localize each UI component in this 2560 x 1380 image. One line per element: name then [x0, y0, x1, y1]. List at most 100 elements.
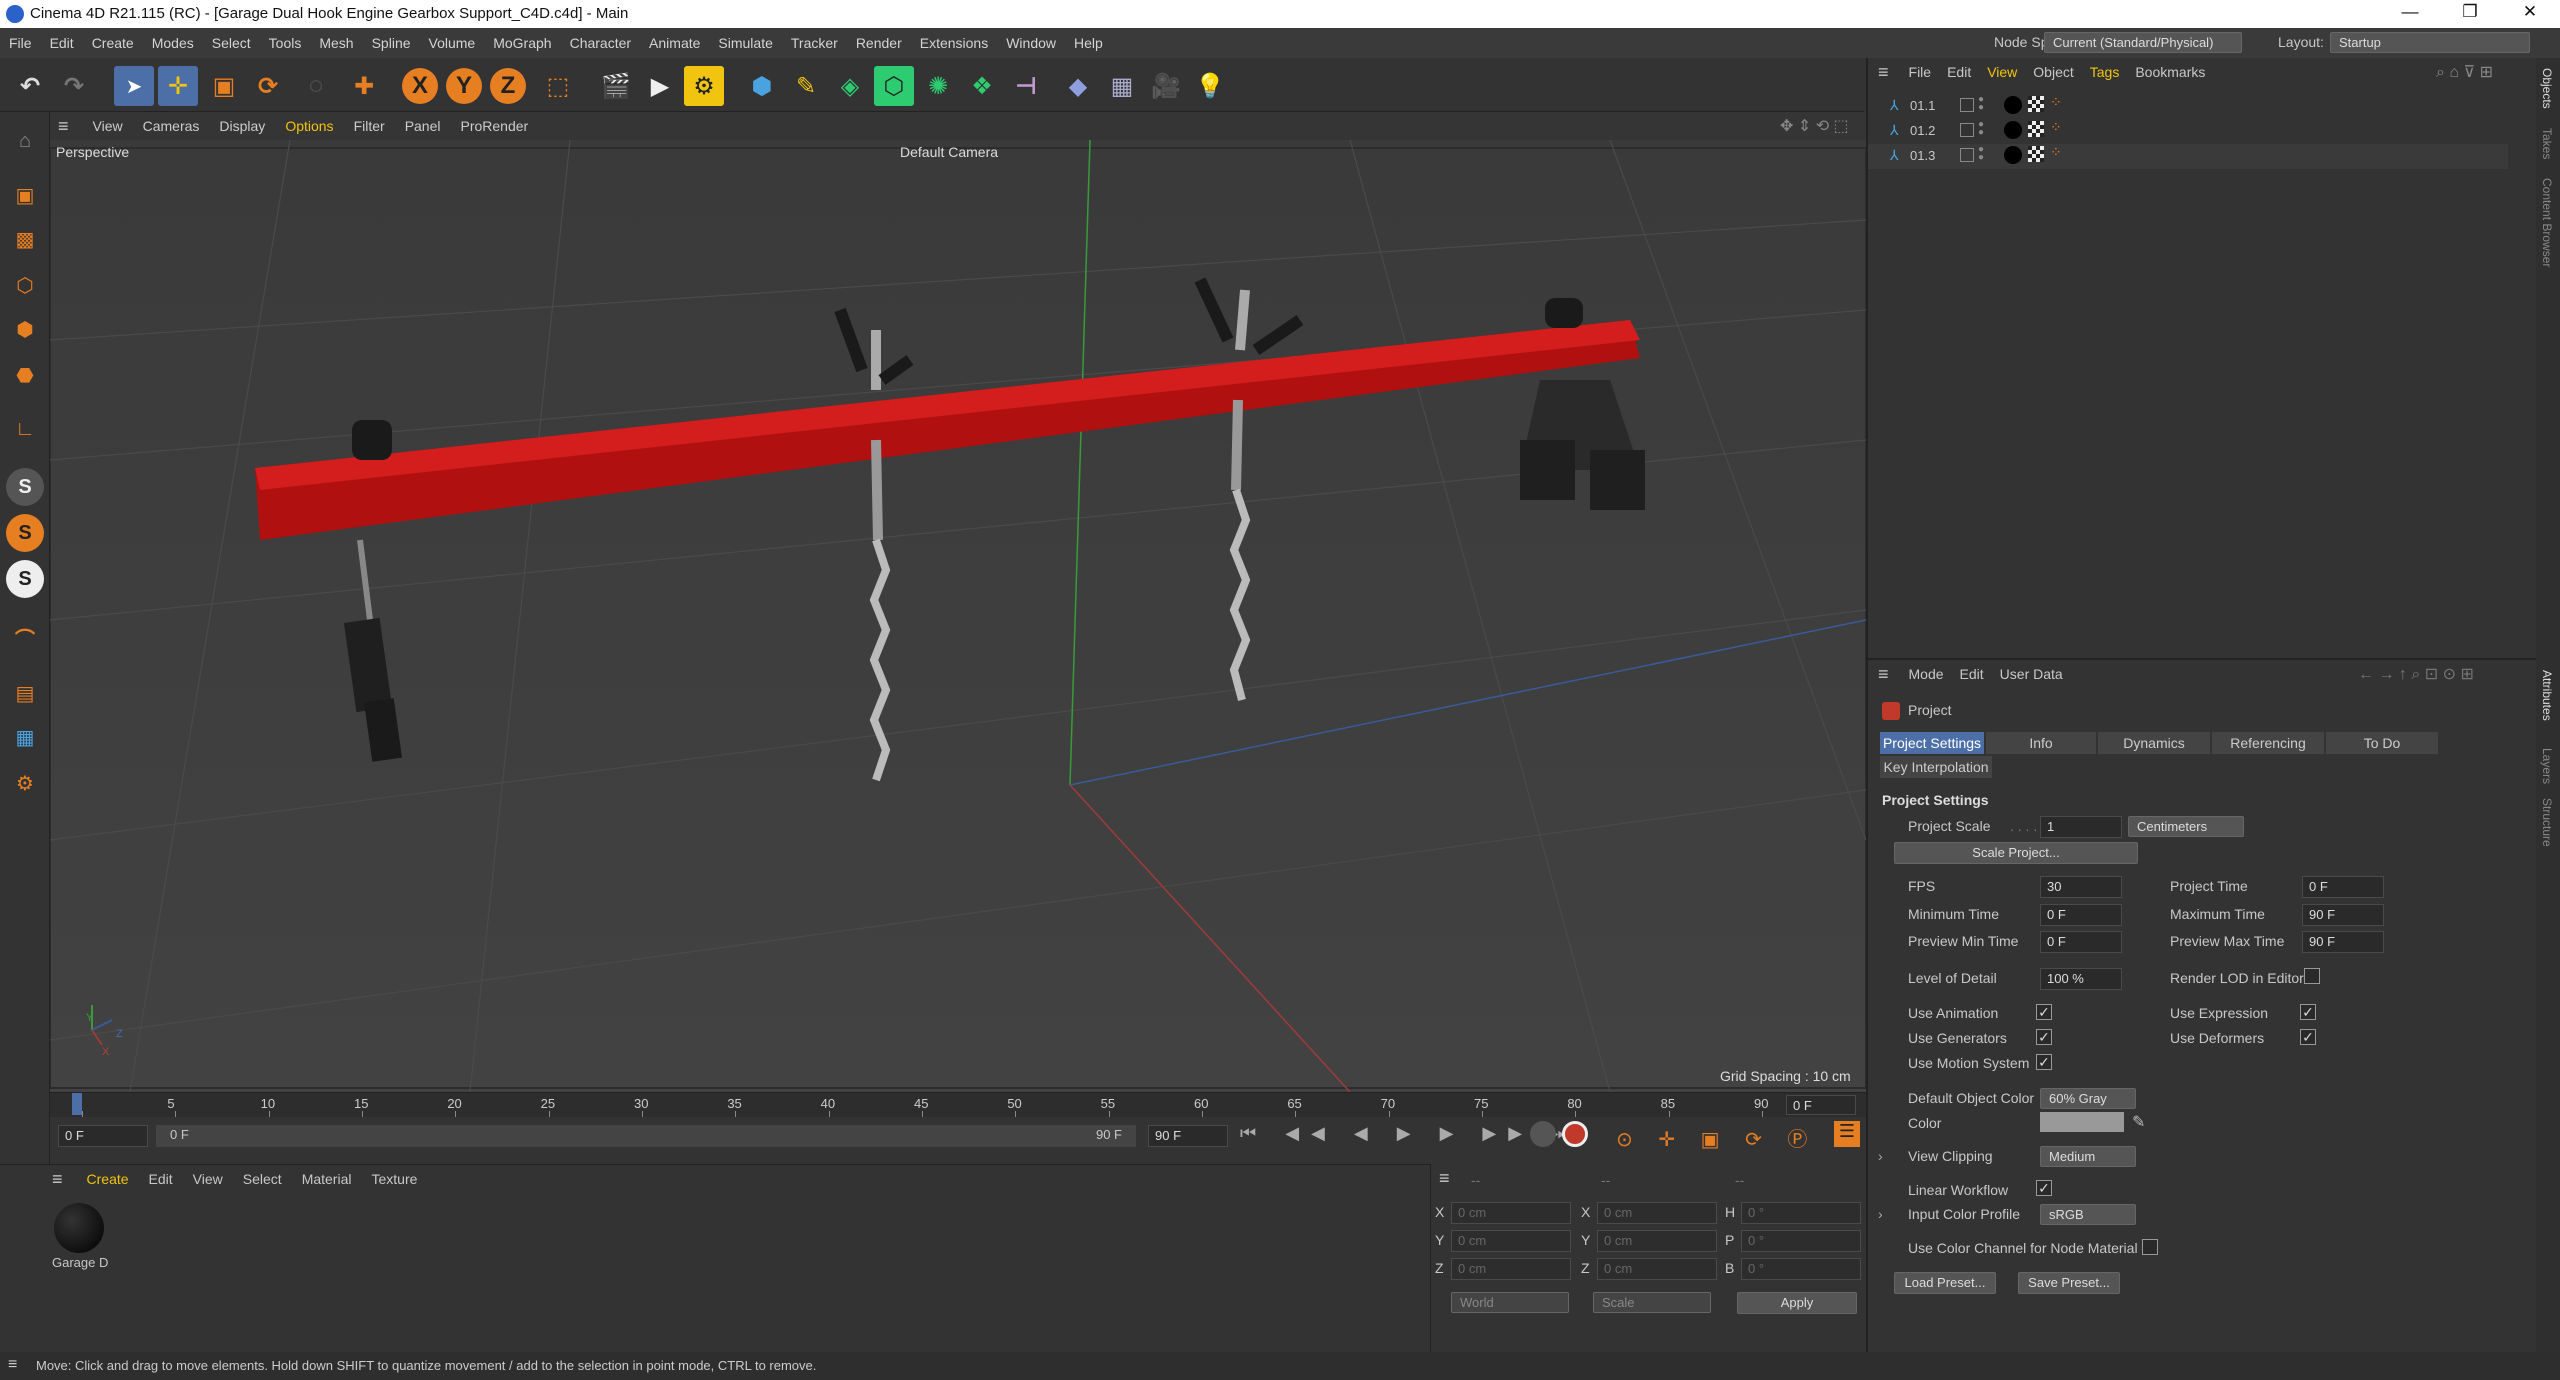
- model-mode-icon[interactable]: ▣: [6, 176, 44, 214]
- coords-hamburger-icon[interactable]: ≡: [1439, 1168, 1450, 1189]
- field-icon[interactable]: ◆: [1058, 66, 1098, 106]
- tab-structure[interactable]: Structure: [2540, 798, 2554, 847]
- mat-menu-texture[interactable]: Texture: [361, 1171, 427, 1187]
- menu-modes[interactable]: Modes: [143, 35, 203, 51]
- obj-menu-view[interactable]: View: [1979, 64, 2025, 80]
- use-deformers-checkbox[interactable]: ✓: [2300, 1029, 2316, 1045]
- attr-menu-mode[interactable]: Mode: [1901, 666, 1952, 682]
- coord-field[interactable]: 0 °: [1741, 1202, 1861, 1224]
- current-frame-field[interactable]: 0 F: [1786, 1095, 1856, 1115]
- menu-file[interactable]: File: [0, 35, 41, 51]
- menu-spline[interactable]: Spline: [363, 35, 420, 51]
- object-name[interactable]: 01.3: [1910, 148, 1935, 163]
- object-name[interactable]: 01.2: [1910, 123, 1935, 138]
- scale-project-button[interactable]: Scale Project...: [1894, 842, 2138, 864]
- tab-project-settings[interactable]: Project Settings: [1880, 732, 1984, 754]
- save-preset-button[interactable]: Save Preset...: [2018, 1272, 2120, 1294]
- viewport-menu-display[interactable]: Display: [209, 118, 275, 134]
- fps-field[interactable]: 30: [2040, 876, 2122, 898]
- menu-volume[interactable]: Volume: [420, 35, 485, 51]
- maximize-button[interactable]: ❐: [2440, 2, 2500, 22]
- tab-key-interpolation[interactable]: Key Interpolation: [1880, 756, 1992, 778]
- x-axis-lock-icon[interactable]: X: [402, 68, 438, 104]
- live-selection-icon[interactable]: ✚: [344, 66, 384, 106]
- object-row[interactable]: ⅄ 01.2 ● ● ⁘: [1868, 119, 2508, 144]
- menu-simulate[interactable]: Simulate: [709, 35, 781, 51]
- recent-tool-icon[interactable]: ◌: [296, 66, 336, 106]
- attr-nav-icons[interactable]: ← → ↑ ⌕ ⊡ ⊙ ⊞: [2358, 664, 2474, 684]
- material-hamburger-icon[interactable]: ≡: [0, 1169, 77, 1190]
- playback-controls[interactable]: ⏮ ◀◀ ◀ ▶ ▶ ▶▶ ⏭: [1240, 1123, 1579, 1144]
- minimize-button[interactable]: —: [2380, 2, 2440, 22]
- tab-dynamics[interactable]: Dynamics: [2098, 732, 2210, 754]
- menu-mesh[interactable]: Mesh: [310, 35, 362, 51]
- end-frame-field[interactable]: 90 F: [1148, 1125, 1228, 1147]
- visibility-toggle-icon[interactable]: [1960, 98, 1974, 112]
- max-time-field[interactable]: 90 F: [2302, 904, 2384, 926]
- linear-workflow-checkbox[interactable]: ✓: [2036, 1180, 2052, 1196]
- grid-icon[interactable]: ▤: [6, 674, 44, 712]
- extrude-icon[interactable]: ⬡: [874, 66, 914, 106]
- node-space-dropdown[interactable]: Current (Standard/Physical): [2044, 32, 2242, 53]
- viewport-nav-icons[interactable]: ✥ ⇕ ⟲ ⬚: [1770, 116, 1859, 136]
- light-icon[interactable]: 💡: [1190, 66, 1230, 106]
- use-generators-checkbox[interactable]: ✓: [2036, 1029, 2052, 1045]
- use-expression-checkbox[interactable]: ✓: [2300, 1004, 2316, 1020]
- eyedropper-icon[interactable]: ✎: [2132, 1112, 2145, 1132]
- obj-menu-edit[interactable]: Edit: [1939, 64, 1979, 80]
- cube-icon[interactable]: ⬢: [742, 66, 782, 106]
- menu-tracker[interactable]: Tracker: [782, 35, 847, 51]
- snap-icon[interactable]: S: [6, 468, 44, 506]
- coordinate-system-icon[interactable]: ⬚: [538, 66, 578, 106]
- editor-render-dots-icon[interactable]: ● ●: [1978, 95, 1984, 113]
- coord-field[interactable]: 0 cm: [1597, 1258, 1717, 1280]
- mograph-icon[interactable]: ❖: [962, 66, 1002, 106]
- load-preset-button[interactable]: Load Preset...: [1894, 1272, 1996, 1294]
- menu-animate[interactable]: Animate: [640, 35, 709, 51]
- min-time-field[interactable]: 0 F: [2040, 904, 2122, 926]
- magnet-icon[interactable]: ⌒: [6, 618, 44, 656]
- coord-field[interactable]: 0 cm: [1451, 1202, 1571, 1224]
- texture-tag-icon[interactable]: [2028, 96, 2044, 112]
- obj-menu-file[interactable]: File: [1901, 64, 1940, 80]
- obj-menu-object[interactable]: Object: [2025, 64, 2081, 80]
- unit-dropdown[interactable]: Centimeters: [2128, 816, 2244, 837]
- editor-render-dots-icon[interactable]: ● ●: [1978, 120, 1984, 138]
- coord-field[interactable]: 0 cm: [1597, 1230, 1717, 1252]
- camera-icon[interactable]: 🎥: [1146, 66, 1186, 106]
- mat-menu-material[interactable]: Material: [292, 1171, 362, 1187]
- viewport-menu-view[interactable]: View: [83, 118, 133, 134]
- attr-menu-edit[interactable]: Edit: [1952, 666, 1992, 682]
- viewport-menu-cameras[interactable]: Cameras: [133, 118, 210, 134]
- pen-icon[interactable]: ✎: [786, 66, 826, 106]
- material-tag-icon[interactable]: [2004, 146, 2022, 164]
- z-axis-lock-icon[interactable]: Z: [490, 68, 526, 104]
- mat-menu-view[interactable]: View: [183, 1171, 233, 1187]
- range-slider[interactable]: 0 F 90 F: [156, 1125, 1136, 1147]
- tab-referencing[interactable]: Referencing: [2212, 732, 2324, 754]
- render-view-icon[interactable]: 🎬: [596, 66, 636, 106]
- rotate-tool-icon[interactable]: ⟳: [248, 66, 288, 106]
- menu-edit[interactable]: Edit: [41, 35, 83, 51]
- view-clipping-expand-icon[interactable]: ›: [1878, 1148, 1883, 1164]
- close-button[interactable]: ✕: [2500, 2, 2560, 22]
- playhead[interactable]: [72, 1093, 82, 1115]
- scale-tool-icon[interactable]: ▣: [204, 66, 244, 106]
- apply-button[interactable]: Apply: [1737, 1292, 1857, 1314]
- menu-select[interactable]: Select: [203, 35, 260, 51]
- quantize-icon[interactable]: S: [6, 560, 44, 598]
- texture-tag-icon[interactable]: [2028, 121, 2044, 137]
- mat-menu-create[interactable]: Create: [77, 1171, 139, 1187]
- render-settings-icon[interactable]: ⚙: [684, 66, 724, 106]
- mat-menu-edit[interactable]: Edit: [139, 1171, 183, 1187]
- project-time-field[interactable]: 0 F: [2302, 876, 2384, 898]
- make-editable-icon[interactable]: ⌂: [6, 122, 44, 160]
- undo-icon[interactable]: ↶: [10, 66, 50, 106]
- y-axis-lock-icon[interactable]: Y: [446, 68, 482, 104]
- viewport-menu-prorender[interactable]: ProRender: [451, 118, 539, 134]
- menu-help[interactable]: Help: [1065, 35, 1112, 51]
- record-off-icon[interactable]: [1530, 1121, 1556, 1147]
- color-swatch[interactable]: [2040, 1112, 2124, 1132]
- snap-settings-icon[interactable]: S: [6, 514, 44, 552]
- tab-takes[interactable]: Takes: [2540, 128, 2554, 159]
